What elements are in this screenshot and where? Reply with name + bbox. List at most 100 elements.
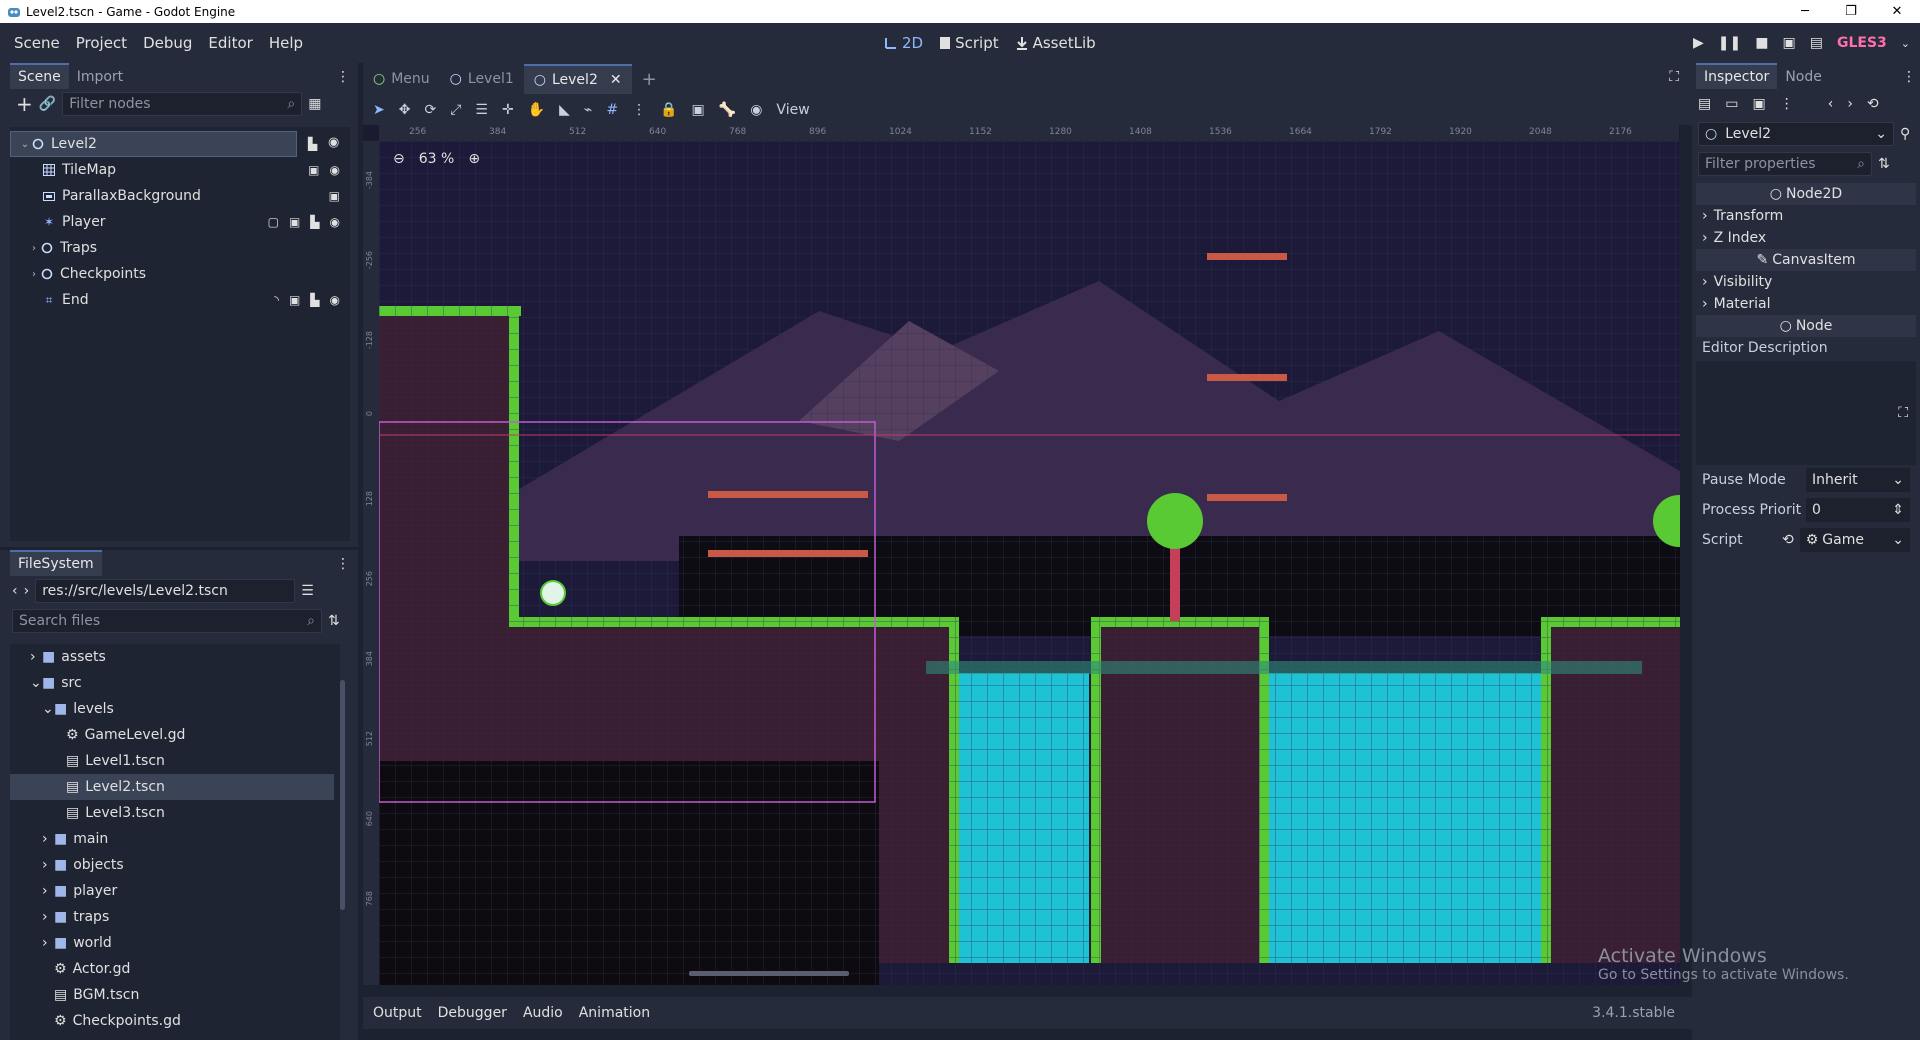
stop-icon[interactable]: ■: [1755, 35, 1768, 51]
lock-icon[interactable]: 🔒: [660, 102, 677, 118]
menu-editor[interactable]: Editor: [200, 34, 260, 52]
scene-instance-icon[interactable]: ▣: [289, 215, 300, 229]
close-button[interactable]: ✕: [1874, 0, 1920, 23]
filter-nodes-input[interactable]: Filter nodes: [69, 96, 150, 112]
menu-scene[interactable]: Scene: [6, 34, 68, 52]
tab-node[interactable]: Node: [1777, 65, 1830, 89]
path-field[interactable]: res://src/levels/Level2.tscn: [35, 579, 296, 603]
play-icon[interactable]: ▶: [1693, 35, 1704, 51]
add-node-icon[interactable]: +: [16, 92, 33, 116]
script-icon[interactable]: ▙: [310, 215, 319, 229]
file-item-player[interactable]: › ■ player: [10, 878, 340, 904]
file-item-main[interactable]: › ■ main: [10, 826, 340, 852]
menu-project[interactable]: Project: [68, 34, 135, 52]
tab-inspector[interactable]: Inspector: [1696, 63, 1778, 89]
workspace-script-button[interactable]: Script: [939, 34, 999, 52]
visibility-eye-icon[interactable]: ◉: [330, 215, 340, 229]
more-options-icon[interactable]: ⋮: [1902, 69, 1916, 85]
file-item-world[interactable]: › ■ world: [10, 930, 340, 956]
sort-icon[interactable]: ⇅: [1878, 156, 1890, 172]
tab-menu[interactable]: ○ Menu: [363, 64, 440, 94]
tab-scene[interactable]: Scene: [10, 63, 69, 89]
move-tool-icon[interactable]: ✥: [399, 102, 411, 118]
file-item-src[interactable]: ⌄ ■ src: [10, 670, 340, 696]
expand-icon[interactable]: ⛶: [1898, 405, 1908, 421]
file-item-assets[interactable]: › ■ assets: [10, 644, 340, 670]
script-select[interactable]: ⚙ Game ⌄: [1799, 528, 1910, 552]
file-tree-scrollbar[interactable]: [340, 680, 345, 910]
scene-instance-icon[interactable]: ▣: [329, 189, 340, 203]
distraction-free-icon[interactable]: ⛶: [1669, 69, 1679, 85]
file-item-levels[interactable]: ⌄ ■ levels: [10, 696, 340, 722]
maximize-button[interactable]: ❐: [1828, 0, 1874, 23]
lock-group-icon[interactable]: ▣: [308, 163, 319, 177]
scene-instance-icon[interactable]: ▣: [289, 293, 300, 307]
tab-level2[interactable]: ○ Level2 ✕: [523, 64, 632, 94]
script-icon[interactable]: ▙: [310, 293, 319, 307]
menu-debug[interactable]: Debug: [135, 34, 200, 52]
select-tool-icon[interactable]: ➤: [373, 102, 385, 118]
tab-output[interactable]: Output: [373, 1005, 422, 1021]
close-icon[interactable]: ✕: [610, 72, 622, 88]
add-tab-button[interactable]: +: [632, 64, 667, 94]
chevron-down-icon[interactable]: ⌄: [19, 139, 31, 150]
file-item-traps[interactable]: › ■ traps: [10, 904, 340, 930]
forward-icon[interactable]: ›: [24, 583, 30, 599]
file-item-level2-tscn[interactable]: ▤ Level2.tscn: [10, 774, 334, 800]
play-scene-icon[interactable]: ▣: [1783, 35, 1796, 51]
file-item-checkpoints-gd[interactable]: ⚙ Checkpoints.gd: [10, 1008, 340, 1034]
signal-icon[interactable]: ◝: [274, 293, 279, 307]
group-material[interactable]: › Material: [1696, 293, 1916, 315]
visibility-eye-icon[interactable]: ◉: [330, 163, 340, 177]
create-resource-icon[interactable]: ▤: [1698, 96, 1711, 112]
object-select[interactable]: ○ Level2 ⌄: [1698, 122, 1894, 146]
tree-node-player[interactable]: ✶ Player ▢ ▣ ▙ ◉: [10, 209, 350, 235]
file-item-actor-gd[interactable]: ⚙ Actor.gd: [10, 956, 340, 982]
file-item-level3-tscn[interactable]: ▤ Level3.tscn: [10, 800, 340, 826]
visibility-eye-icon[interactable]: ◉: [330, 293, 340, 307]
canvas-viewport[interactable]: 256 384 512 640 768 896 1024 1152 1280 1408 1536 16…: [363, 125, 1680, 985]
group-visibility[interactable]: › Visibility: [1696, 271, 1916, 293]
file-item-bgm-tscn[interactable]: ▤ BGM.tscn: [10, 982, 340, 1008]
group-transform[interactable]: › Transform: [1696, 205, 1916, 227]
history-icon[interactable]: ⟲: [1867, 96, 1879, 112]
group-icon[interactable]: ▢: [268, 215, 279, 229]
tab-import[interactable]: Import: [69, 65, 131, 89]
zoom-in-icon[interactable]: ⊕: [468, 151, 480, 167]
zoom-level[interactable]: 63 %: [419, 151, 455, 167]
pan-tool-icon[interactable]: ✋: [528, 102, 545, 118]
snap-options-icon[interactable]: ⋮: [632, 102, 646, 118]
list-select-icon[interactable]: ☰: [475, 102, 488, 118]
rotate-tool-icon[interactable]: ⟳: [424, 102, 436, 118]
skeleton-icon[interactable]: 🦴: [719, 102, 736, 118]
sort-icon[interactable]: ⇅: [328, 613, 340, 629]
revert-icon[interactable]: ⟲: [1782, 532, 1794, 548]
group-z-index[interactable]: › Z Index: [1696, 227, 1916, 249]
more-options-icon[interactable]: ⋮: [336, 69, 350, 85]
search-files-input[interactable]: Search files: [19, 613, 100, 629]
editor-description-field[interactable]: ⛶: [1696, 361, 1916, 465]
tab-audio[interactable]: Audio: [523, 1005, 563, 1021]
more-options-icon[interactable]: ⋮: [336, 556, 350, 572]
link-icon[interactable]: 🔗: [39, 96, 56, 112]
tree-node-end[interactable]: ⌗ End ◝ ▣ ▙ ◉: [10, 287, 350, 313]
camera-icon[interactable]: ◉: [750, 102, 762, 118]
object-properties-icon[interactable]: ⚲: [1900, 126, 1910, 142]
menu-help[interactable]: Help: [261, 34, 311, 52]
pivot-tool-icon[interactable]: ✛: [502, 102, 514, 118]
ruler-tool-icon[interactable]: ◣: [559, 102, 570, 118]
split-mode-icon[interactable]: ☰: [301, 583, 314, 599]
scale-tool-icon[interactable]: ⤢: [450, 102, 461, 118]
history-forward-icon[interactable]: ›: [1847, 96, 1853, 112]
workspace-2d-button[interactable]: 2D: [884, 34, 923, 52]
file-item-level1-tscn[interactable]: ▤ Level1.tscn: [10, 748, 340, 774]
script-attach-icon[interactable]: ▦: [308, 96, 321, 112]
tree-node-checkpoints[interactable]: › Checkpoints: [10, 261, 350, 287]
filter-properties-input[interactable]: Filter properties: [1705, 156, 1816, 172]
script-icon[interactable]: ▙: [308, 137, 317, 151]
tab-filesystem[interactable]: FileSystem: [10, 550, 102, 576]
grid-snap-icon[interactable]: #: [606, 102, 618, 118]
history-back-icon[interactable]: ‹: [1828, 96, 1834, 112]
zoom-out-icon[interactable]: ⊖: [393, 151, 405, 167]
chevron-right-icon[interactable]: ›: [28, 243, 40, 254]
